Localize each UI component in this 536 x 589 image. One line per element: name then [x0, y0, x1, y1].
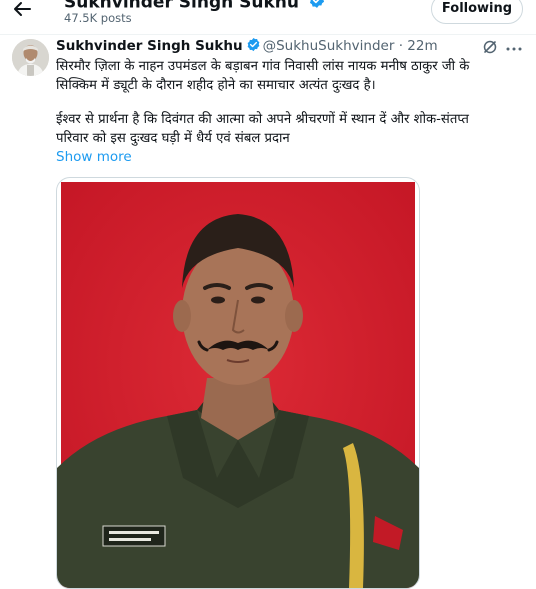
more-options-icon[interactable] [505, 41, 523, 55]
profile-header: Sukhvinder Singh Sukhu 47.5K posts Follo… [0, 0, 536, 35]
separator-dot: · [398, 38, 403, 54]
author-name[interactable]: Sukhvinder Singh Sukhu [56, 38, 243, 54]
tweet-text-line: सिरमौर ज़िला के नाहन उपमंडल के बड़ाबन गा… [56, 59, 470, 74]
author-handle[interactable]: @SukhuSukhvinder [263, 38, 395, 54]
tweet-timestamp[interactable]: 22m [407, 38, 437, 54]
tweet-photo[interactable] [56, 177, 420, 589]
tweet-text-line: ईश्वर से प्रार्थना है कि दिवंगत की आत्मा… [56, 112, 469, 127]
show-more-link[interactable]: Show more [56, 149, 132, 165]
tweet-text: सिरमौर ज़िला के नाहन उपमंडल के बड़ाबन गा… [56, 57, 514, 148]
verified-badge-icon [246, 37, 261, 56]
following-button[interactable]: Following [431, 0, 523, 24]
verified-badge-icon [308, 0, 326, 14]
tweet-text-line: परिवार को इस दुःखद घड़ी में धैर्य एवं सं… [56, 131, 290, 146]
back-arrow-icon[interactable] [12, 0, 32, 18]
tweet-text-line: सिक्किम में ड्यूटी के दौरान शहीद होने का… [56, 78, 376, 93]
author-avatar[interactable] [12, 39, 49, 76]
post-count: 47.5K posts [64, 11, 132, 25]
grok-icon[interactable] [482, 39, 498, 55]
soldier-portrait-image [57, 182, 419, 588]
tweet-header: Sukhvinder Singh Sukhu @SukhuSukhvinder … [56, 37, 438, 57]
